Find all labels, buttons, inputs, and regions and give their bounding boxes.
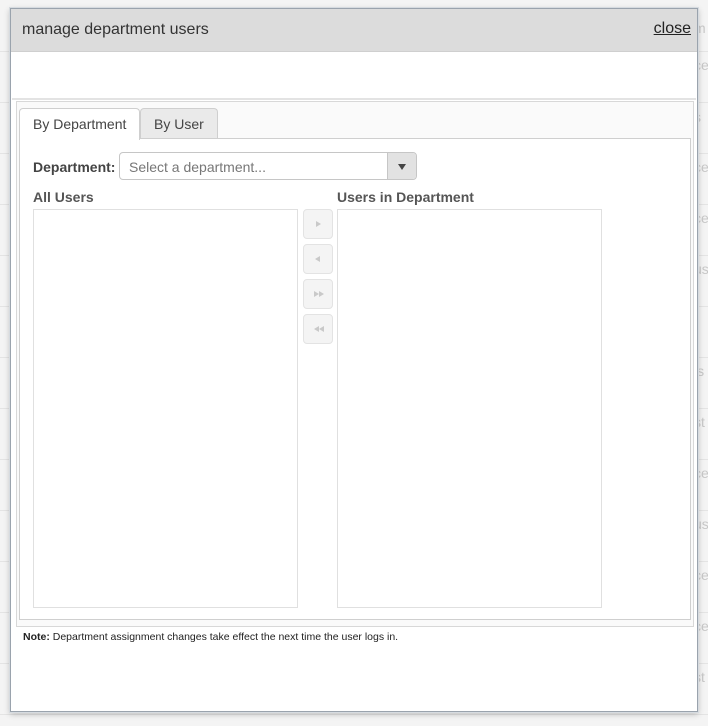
dialog-header: manage department users close <box>11 9 697 52</box>
close-link[interactable]: close <box>654 20 691 38</box>
users-in-department-listbox[interactable] <box>337 209 602 608</box>
move-all-right-button[interactable] <box>303 279 333 309</box>
department-label: Department: <box>33 159 116 175</box>
tabs-panel: By Department By User Department: Select… <box>16 101 694 627</box>
note-body: Department assignment changes take effec… <box>49 631 399 643</box>
chevron-down-icon[interactable] <box>387 153 416 179</box>
all-users-listbox[interactable] <box>33 209 298 608</box>
double-triangle-right-icon <box>314 291 324 297</box>
users-in-department-label: Users in Department <box>337 189 474 205</box>
note-text: Note: Department assignment changes take… <box>23 631 398 643</box>
move-right-button[interactable] <box>303 209 333 239</box>
dialog-title: manage department users <box>22 21 209 38</box>
all-users-label: All Users <box>33 189 94 205</box>
tab-by-department[interactable]: By Department <box>19 108 141 140</box>
move-all-left-button[interactable] <box>303 314 333 344</box>
double-triangle-left-icon <box>314 326 324 332</box>
move-left-button[interactable] <box>303 244 333 274</box>
manage-department-users-dialog: manage department users close By Departm… <box>10 8 698 712</box>
note-prefix: Note: <box>23 631 50 643</box>
triangle-right-icon <box>316 221 321 227</box>
triangle-left-icon <box>315 256 320 262</box>
dialog-toolbar-area <box>12 52 696 100</box>
department-select[interactable]: Select a department... <box>119 152 417 180</box>
department-select-placeholder: Select a department... <box>129 159 266 175</box>
tab-by-user[interactable]: By User <box>140 108 218 139</box>
tab-content-by-department: Department: Select a department... All U… <box>19 138 691 620</box>
